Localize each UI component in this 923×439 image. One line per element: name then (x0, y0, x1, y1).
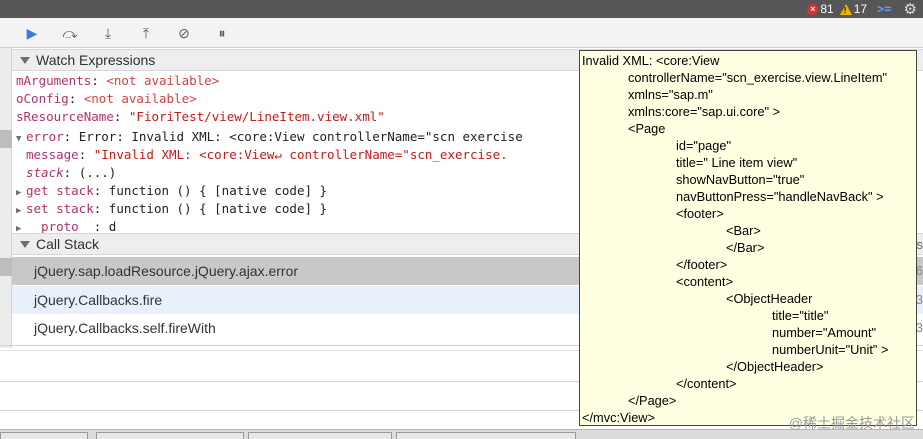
tooltip-line: controllerName="scn_exercise.view.LineIt… (628, 70, 888, 85)
watch-expression-row[interactable]: stack: (...) (26, 164, 116, 182)
left-gutter (0, 48, 12, 348)
watch-expression-value: <not available> (106, 73, 220, 88)
error-icon: × (807, 3, 819, 15)
gear-icon[interactable]: ⚙ (904, 0, 917, 18)
watch-expression-name: error (26, 129, 64, 144)
taskbar (0, 429, 923, 439)
error-count: 81 (820, 2, 834, 16)
watch-separator: : (68, 91, 84, 106)
taskbar-item[interactable] (0, 432, 88, 439)
frame-label: jQuery.Callbacks.fire (34, 292, 163, 308)
watch-expression-name: oConfig (16, 91, 69, 106)
watch-separator: : (93, 219, 109, 234)
tooltip-line: <Bar> (726, 223, 761, 238)
gutter-marker (0, 258, 12, 276)
frame-label: jQuery.sap.loadResource.jQuery.ajax.erro… (34, 263, 299, 279)
watch-separator: : (63, 129, 79, 144)
error-counter[interactable]: × 81 (807, 2, 834, 16)
tooltip-line: numberUnit="Unit" > (772, 342, 889, 357)
debugger-toolbar: ▶ ⤼ ⤓ ⤒ ⊘ ⏸ (0, 18, 923, 48)
tooltip-line: title="title" (772, 308, 829, 323)
watch-expression-row[interactable]: sResourceName: "FioriTest/view/LineItem.… (16, 108, 385, 126)
expand-toggle-icon[interactable]: ▼ (16, 130, 26, 148)
tooltip-line: title=" Line item view" (676, 155, 798, 170)
watch-separator: : (91, 73, 107, 88)
watch-expression-value: <not available> (83, 91, 197, 106)
watch-expression-name: stack (26, 165, 64, 180)
top-status-bar: × 81 ! 17 >= ⚙ (0, 0, 923, 18)
watch-expression-value: "FioriTest/view/LineItem.view.xml" (128, 109, 385, 124)
warning-icon: ! (839, 3, 852, 15)
call-stack-title: Call Stack (36, 236, 100, 252)
tooltip-line: <content> (676, 274, 733, 289)
step-into-button[interactable]: ⤓ (98, 23, 118, 43)
tooltip-line: navButtonPress="handleNavBack" > (676, 189, 884, 204)
watch-separator: : (63, 165, 79, 180)
watch-expression-row[interactable]: ▶ get stack: function () { [native code] … (16, 182, 327, 200)
watch-expressions-title: Watch Expressions (36, 52, 156, 68)
watch-expression-row[interactable]: ▶ set stack: function () { [native code] … (16, 200, 327, 218)
pause-on-exceptions-button[interactable]: ⏸ (212, 23, 232, 43)
watch-expression-name: __proto__ (26, 219, 94, 234)
frame-label: jQuery.Callbacks.self.fireWith (34, 320, 216, 336)
tooltip-line: xmlns:core="sap.ui.core" > (628, 104, 781, 119)
watch-expression-value: function () { [native code] } (108, 183, 328, 198)
tooltip-line: </content> (676, 376, 737, 391)
tooltip-line: <Page (628, 121, 666, 136)
watch-expression-value: (...) (78, 165, 117, 180)
watch-separator: : (93, 183, 109, 198)
pause-resume-button[interactable]: ▶ (22, 23, 42, 43)
watch-expression-value: Error: Invalid XML: <core:View controlle… (78, 129, 523, 144)
tooltip-line: </Bar> (726, 240, 765, 255)
taskbar-item[interactable] (248, 432, 392, 439)
watch-expression-value: function () { [native code] } (108, 201, 328, 216)
tooltip-line: Invalid XML: <core:View (582, 53, 720, 68)
watch-expression-name: set stack (26, 201, 94, 216)
tooltip-line: <footer> (676, 206, 724, 221)
watch-expression-row[interactable]: ▼ error: Error: Invalid XML: <core:View c… (16, 128, 523, 146)
taskbar-item[interactable] (96, 432, 244, 439)
tooltip-line: </ObjectHeader> (726, 359, 824, 374)
watch-expression-value: "Invalid XML: <core:View↵ controllerName… (93, 147, 508, 162)
tooltip-line: number="Amount" (772, 325, 877, 340)
tooltip-line: </Page> (628, 393, 677, 408)
tooltip-line: showNavButton="true" (676, 172, 805, 187)
tooltip-line: xmlns="sap.m" (628, 87, 713, 102)
tooltip-line: </mvc:View> (582, 410, 656, 425)
watch-expression-name: get stack (26, 183, 94, 198)
warning-count: 17 (853, 2, 868, 16)
watch-expression-row[interactable]: message: "Invalid XML: <core:View↵ contr… (26, 146, 508, 164)
watch-expression-name: message (26, 147, 79, 162)
warning-counter[interactable]: ! 17 (839, 2, 868, 16)
collapse-triangle-icon (20, 56, 30, 64)
tooltip-line: <ObjectHeader (726, 291, 813, 306)
step-out-button[interactable]: ⤒ (136, 23, 156, 43)
xml-error-tooltip: Invalid XML: <core:View controllerName="s… (579, 50, 917, 426)
deactivate-breakpoints-button[interactable]: ⊘ (174, 23, 194, 43)
watch-expression-value: d (108, 219, 117, 234)
watch-separator: : (113, 109, 129, 124)
gutter-marker (0, 130, 12, 148)
watch-expression-row[interactable]: oConfig: <not available> (16, 90, 197, 108)
watch-expression-name: sResourceName (16, 109, 114, 124)
watch-expression-row[interactable]: mArguments: <not available> (16, 72, 219, 90)
watch-separator: : (78, 147, 94, 162)
tooltip-line: </footer> (676, 257, 728, 272)
console-drawer-icon[interactable]: >= (877, 2, 891, 16)
collapse-triangle-icon (20, 240, 30, 248)
watermark: @稀土掘金技术社区 (788, 415, 915, 431)
watch-expression-name: mArguments (16, 73, 92, 88)
tooltip-line: id="page" (676, 138, 731, 153)
watch-separator: : (93, 201, 109, 216)
status-counts: × 81 ! 17 >= ⚙ (807, 0, 917, 18)
taskbar-item[interactable] (396, 432, 576, 439)
step-over-button[interactable]: ⤼ (60, 23, 80, 43)
